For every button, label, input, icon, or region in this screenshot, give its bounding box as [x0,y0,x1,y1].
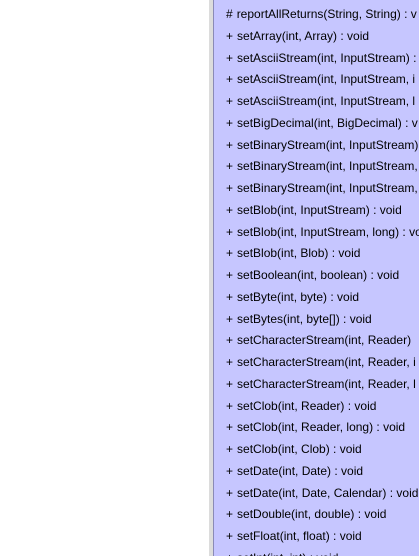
method-row: + setArray(int, Array) : void [226,26,419,48]
method-signature: setAsciiStream(int, InputStream, i [237,72,416,87]
method-row: + setBoolean(int, boolean) : void [226,265,419,287]
method-row: + setAsciiStream(int, InputStream) : [226,48,419,70]
method-signature: setDate(int, Date) : void [237,463,364,478]
method-visibility: + [226,28,234,43]
method-signature: setBinaryStream(int, InputStream) [237,137,419,152]
uml-class-box: # reportAllReturns(String, String) : v + se… [213,0,419,556]
method-row: + setBinaryStream(int, InputStream, [226,178,419,200]
method-row: + setByte(int, byte) : void [226,287,419,309]
method-signature: setDate(int, Date, Calendar) : void [237,485,419,500]
method-row: + setBlob(int, InputStream, long) : vo [226,222,419,244]
method-row: + setAsciiStream(int, InputStream, i [226,69,419,91]
method-signature: setBinaryStream(int, InputStream, [237,181,418,195]
method-signature: setBlob(int, InputStream) : void [237,202,402,217]
method-row: + setClob(int, Reader) : void [226,396,419,418]
method-visibility: + [226,94,234,108]
method-visibility: + [226,72,234,87]
method-signature: setByte(int, byte) : void [237,289,360,304]
method-row: + setBlob(int, InputStream) : void [226,200,419,222]
method-visibility: + [226,115,234,130]
method-visibility: + [226,289,234,304]
method-visibility: + [226,507,234,522]
method-signature: setBoolean(int, boolean) : void [237,268,400,282]
method-signature: setAsciiStream(int, InputStream) : [237,50,417,65]
method-signature: reportAllReturns(String, String) : v [236,7,417,21]
method-visibility: + [226,311,234,326]
method-signature: setBlob(int, Blob) : void [237,246,361,261]
method-row: + setInt(int, int) : void [226,548,419,556]
method-visibility: + [226,137,234,152]
method-row: + setAsciiStream(int, InputStream, l [226,91,419,113]
method-visibility: + [226,268,234,282]
method-visibility: # [226,7,233,21]
method-signature: setCharacterStream(int, Reader, l [237,376,416,391]
method-visibility: + [226,463,234,478]
method-signature: setBlob(int, InputStream, long) : vo [237,224,419,239]
method-signature: setCharacterStream(int, Reader, i [237,355,416,369]
method-visibility: + [226,529,234,543]
method-visibility: + [226,50,234,65]
method-visibility: + [226,202,234,217]
method-row: + setDouble(int, double) : void [226,504,419,526]
method-visibility: + [226,246,234,261]
method-row: + setCharacterStream(int, Reader, l [226,374,419,396]
method-row: + setFloat(int, float) : void [226,526,419,548]
method-signature: setClob(int, Clob) : void [237,442,362,456]
method-row: + setBigDecimal(int, BigDecimal) : v [226,113,419,135]
method-visibility: + [226,355,234,369]
method-list: # reportAllReturns(String, String) : v + se… [226,4,419,556]
method-row: + setClob(int, Clob) : void [226,439,419,461]
method-signature: setClob(int, Reader, long) : void [237,420,406,435]
method-signature: setArray(int, Array) : void [237,28,370,43]
method-row: + setBytes(int, byte[]) : void [226,309,419,331]
method-row: + setDate(int, Date) : void [226,461,419,483]
method-row: + setDate(int, Date, Calendar) : void [226,483,419,505]
method-visibility: + [226,442,234,456]
method-signature: setBytes(int, byte[]) : void [237,311,372,326]
method-visibility: + [226,333,234,348]
method-visibility: + [226,181,234,195]
method-signature: setClob(int, Reader) : void [237,398,377,413]
method-row: + setBinaryStream(int, InputStream, [226,156,419,178]
method-signature: setFloat(int, float) : void [237,529,362,543]
method-signature: setAsciiStream(int, InputStream, l [237,94,416,108]
method-visibility: + [226,376,234,391]
method-visibility: + [226,224,234,239]
method-visibility: + [226,485,234,500]
method-row: + setBlob(int, Blob) : void [226,243,419,265]
method-row: # reportAllReturns(String, String) : v [226,4,419,26]
method-row: + setBinaryStream(int, InputStream) [226,135,419,157]
method-row: + setClob(int, Reader, long) : void [226,417,419,439]
method-row: + setCharacterStream(int, Reader) [226,330,419,352]
method-signature: setBinaryStream(int, InputStream, [237,159,418,174]
method-signature: setInt(int, int) : void [237,551,338,556]
method-signature: setCharacterStream(int, Reader) [237,333,412,348]
method-visibility: + [226,420,234,435]
method-visibility: + [226,548,233,556]
method-visibility: + [226,398,234,413]
method-visibility: + [226,159,234,174]
method-signature: setDouble(int, double) : void [237,507,387,522]
method-signature: setBigDecimal(int, BigDecimal) : v [237,115,418,130]
method-row: + setCharacterStream(int, Reader, i [226,352,419,374]
